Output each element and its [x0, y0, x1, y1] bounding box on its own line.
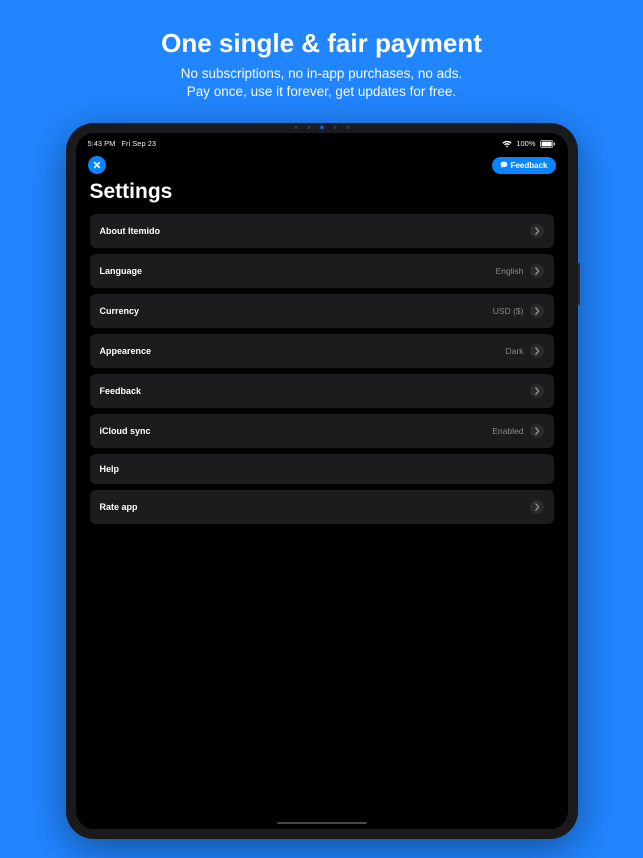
close-button[interactable] [88, 156, 106, 174]
settings-row-right [530, 224, 544, 238]
feedback-button[interactable]: Feedback [492, 157, 556, 174]
promo-subtitle: No subscriptions, no in-app purchases, n… [20, 65, 623, 101]
settings-row-label: About Itemido [100, 226, 161, 236]
ipad-frame: 5:43 PM Fri Sep 23 100% Feedback [66, 123, 578, 839]
settings-row[interactable]: Currency USD ($) [90, 294, 554, 328]
settings-row-right: Dark [506, 344, 544, 358]
settings-row-label: Rate app [100, 502, 138, 512]
settings-row-label: Appearence [100, 346, 152, 356]
settings-row[interactable]: Help [90, 454, 554, 484]
status-date: Fri Sep 23 [121, 139, 156, 148]
chat-icon [500, 161, 508, 169]
promo-title: One single & fair payment [20, 28, 623, 59]
settings-row-label: Language [100, 266, 143, 276]
device-sensors [294, 126, 349, 129]
status-battery-pct: 100% [516, 139, 535, 148]
settings-row[interactable]: Appearence Dark [90, 334, 554, 368]
chevron-right-icon [530, 424, 544, 438]
settings-row-value: Dark [506, 346, 524, 356]
settings-row[interactable]: About Itemido [90, 214, 554, 248]
chevron-right-icon [530, 500, 544, 514]
settings-row-right: USD ($) [493, 304, 544, 318]
feedback-button-label: Feedback [511, 161, 548, 170]
settings-row-right [530, 384, 544, 398]
promo-header: One single & fair payment No subscriptio… [0, 0, 643, 119]
wifi-icon [502, 140, 512, 148]
settings-row-label: Currency [100, 306, 140, 316]
settings-row-right [530, 500, 544, 514]
settings-row[interactable]: Feedback [90, 374, 554, 408]
chevron-right-icon [530, 384, 544, 398]
page-title: Settings [76, 178, 568, 214]
status-bar: 5:43 PM Fri Sep 23 100% [76, 133, 568, 150]
settings-row-right: Enabled [492, 424, 543, 438]
settings-row-label: iCloud sync [100, 426, 151, 436]
status-time: 5:43 PM [88, 139, 116, 148]
home-indicator [277, 822, 367, 825]
chevron-right-icon [530, 264, 544, 278]
settings-row-value: English [496, 266, 524, 276]
close-icon [93, 161, 101, 169]
settings-row-label: Help [100, 464, 120, 474]
settings-list: About Itemido Language English Currency USD … [76, 214, 568, 524]
settings-row[interactable]: Language English [90, 254, 554, 288]
chevron-right-icon [530, 304, 544, 318]
settings-row-value: Enabled [492, 426, 523, 436]
settings-row-right: English [496, 264, 544, 278]
device-side-button [578, 263, 580, 305]
promo-line1: No subscriptions, no in-app purchases, n… [181, 66, 462, 81]
settings-row-value: USD ($) [493, 306, 524, 316]
battery-icon [540, 140, 556, 148]
settings-row-label: Feedback [100, 386, 142, 396]
chevron-right-icon [530, 344, 544, 358]
chevron-right-icon [530, 224, 544, 238]
promo-line2: Pay once, use it forever, get updates fo… [187, 84, 456, 99]
settings-row[interactable]: Rate app [90, 490, 554, 524]
settings-row[interactable]: iCloud sync Enabled [90, 414, 554, 448]
ipad-screen: 5:43 PM Fri Sep 23 100% Feedback [76, 133, 568, 829]
top-bar: Feedback [76, 150, 568, 178]
